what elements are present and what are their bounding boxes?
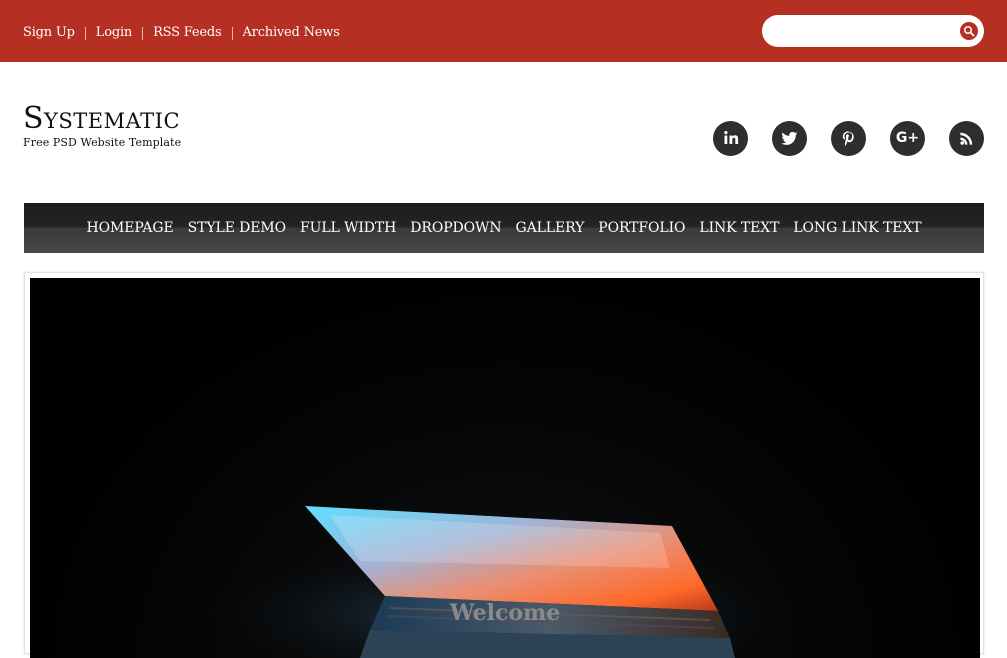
nav-item-portfolio[interactable]: PORTFOLIO (598, 219, 685, 237)
nav-item-style-demo[interactable]: STYLE DEMO (188, 219, 287, 237)
nav-item-link-text[interactable]: LINK TEXT (699, 219, 779, 237)
top-links: Sign Up Login RSS Feeds Archived News (23, 24, 340, 42)
divider (231, 26, 233, 40)
nav-item-long-link-text[interactable]: LONG LINK TEXT (793, 219, 921, 237)
nav-item-gallery[interactable]: GALLERY (516, 219, 585, 237)
pinterest-button[interactable] (831, 121, 866, 156)
hero-image: Welcome (30, 278, 980, 658)
divider (84, 26, 86, 40)
search-icon (963, 25, 975, 37)
google-plus-button[interactable]: G+ (890, 121, 925, 156)
archived-news-link[interactable]: Archived News (243, 25, 340, 41)
rss-button[interactable] (949, 121, 984, 156)
linkedin-icon (724, 131, 739, 144)
search-button[interactable] (960, 22, 978, 40)
nav-item-dropdown[interactable]: DROPDOWN (410, 219, 501, 237)
nav-item-full-width[interactable]: FULL WIDTH (300, 219, 396, 237)
hero-slider: Welcome (24, 272, 984, 658)
sign-up-link[interactable]: Sign Up (23, 25, 75, 41)
nav-item-homepage[interactable]: HOMEPAGE (87, 219, 174, 237)
search-box (762, 15, 984, 47)
divider (142, 26, 144, 40)
pinterest-icon (842, 131, 854, 146)
rss-feeds-link[interactable]: RSS Feeds (153, 25, 222, 41)
logo-title: Systematic (23, 101, 181, 136)
login-link[interactable]: Login (96, 25, 133, 41)
main-nav: HOMEPAGE STYLE DEMO FULL WIDTH DROPDOWN … (24, 203, 984, 253)
logo-tagline: Free PSD Website Template (23, 136, 182, 149)
google-plus-icon: G+ (895, 130, 920, 146)
twitter-button[interactable] (772, 121, 807, 156)
site-logo[interactable]: Systematic Free PSD Website Template (23, 100, 181, 149)
search-input[interactable] (776, 21, 960, 43)
linkedin-button[interactable] (713, 121, 748, 156)
hero-caption: Welcome (449, 600, 561, 626)
rss-icon (960, 132, 973, 145)
twitter-icon (781, 131, 798, 145)
top-bar: Sign Up Login RSS Feeds Archived News (0, 0, 1007, 62)
